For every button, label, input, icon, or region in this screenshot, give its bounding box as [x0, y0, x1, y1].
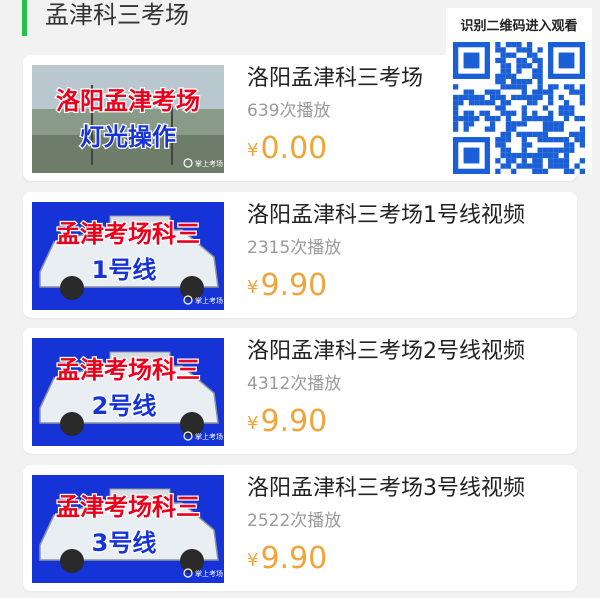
currency-symbol: ¥ — [247, 140, 259, 161]
price: ¥9.90 — [247, 266, 327, 306]
thumb-line1: 孟津考场科三 — [56, 220, 200, 248]
price: ¥0.00 — [247, 129, 327, 169]
thumb-line2: 3号线 — [92, 529, 157, 557]
thumb-line1: 孟津考场科三 — [56, 493, 200, 521]
price: ¥9.90 — [247, 402, 327, 442]
play-count: 4312次播放 — [247, 374, 342, 394]
play-count: 2522次播放 — [247, 511, 342, 531]
section-title: 孟津科三考场 — [45, 1, 189, 29]
thumb-watermark: 掌上考场 — [195, 296, 223, 305]
price-amount: 0.00 — [260, 131, 328, 166]
thumb-line2: 2号线 — [92, 392, 157, 420]
qr-caption: 识别二维码进入观看 — [460, 19, 578, 34]
video-thumbnail[interactable]: 孟津考场科三 2号线 掌上考场 — [32, 338, 224, 446]
qr-code-icon — [453, 42, 585, 174]
video-thumbnail[interactable]: 洛阳孟津考场 灯光操作 掌上考场 — [32, 65, 224, 173]
play-count: 2315次播放 — [247, 238, 342, 258]
section-accent-bar — [22, 0, 27, 36]
currency-symbol: ¥ — [247, 277, 259, 298]
video-card[interactable]: 孟津考场科三 2号线 掌上考场 洛阳孟津科三考场2号线视频 4312次播放 ¥9… — [23, 328, 577, 454]
video-title[interactable]: 洛阳孟津科三考场1号线视频 — [247, 200, 567, 232]
qr-code-panel: 识别二维码进入观看 — [446, 8, 592, 174]
currency-symbol: ¥ — [247, 413, 259, 434]
thumb-watermark: 掌上考场 — [195, 159, 223, 168]
price: ¥9.90 — [247, 539, 327, 579]
thumb-watermark: 掌上考场 — [195, 569, 223, 578]
video-title[interactable]: 洛阳孟津科三考场3号线视频 — [247, 473, 567, 505]
currency-symbol: ¥ — [247, 550, 259, 571]
video-title[interactable]: 洛阳孟津科三考场2号线视频 — [247, 336, 567, 368]
video-thumbnail[interactable]: 孟津考场科三 1号线 掌上考场 — [32, 202, 224, 310]
video-thumbnail[interactable]: 孟津考场科三 3号线 掌上考场 — [32, 475, 224, 583]
price-amount: 9.90 — [260, 404, 328, 439]
price-amount: 9.90 — [260, 268, 328, 303]
thumb-line2: 灯光操作 — [80, 123, 176, 151]
price-amount: 9.90 — [260, 541, 328, 576]
video-card[interactable]: 孟津考场科三 3号线 掌上考场 洛阳孟津科三考场3号线视频 2522次播放 ¥9… — [23, 465, 577, 591]
play-count: 639次播放 — [247, 101, 331, 121]
thumb-line1: 洛阳孟津考场 — [56, 87, 200, 115]
thumb-line2: 1号线 — [92, 256, 157, 284]
thumb-line1: 孟津考场科三 — [56, 356, 200, 384]
thumb-watermark: 掌上考场 — [195, 432, 223, 441]
video-card[interactable]: 孟津考场科三 1号线 掌上考场 洛阳孟津科三考场1号线视频 2315次播放 ¥9… — [23, 192, 577, 318]
